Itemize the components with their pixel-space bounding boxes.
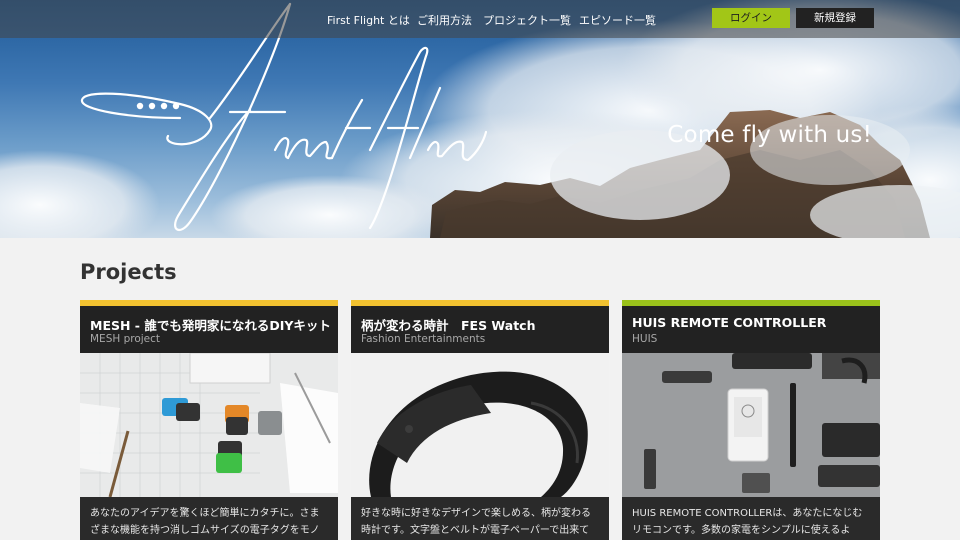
top-navigation: First Flight とは ご利用方法 プロジェクト一覧 エピソード一覧 ロ… xyxy=(0,0,960,38)
card-description-text: あなたのアイデアを驚くほど簡単にカタチに。さまざまな機能を持つ消しゴムサイズの電… xyxy=(90,508,320,536)
card-description: あなたのアイデアを驚くほど簡単にカタチに。さまざまな機能を持つ消しゴムサイズの電… xyxy=(80,497,338,540)
card-title[interactable]: 柄が変わる時計 FES Watch xyxy=(361,315,536,334)
card-description-text: HUIS REMOTE CONTROLLERは、あなたになじむリモコンです。多数… xyxy=(632,508,863,536)
card-description: 好きな時に好きなデザインで楽しめる、柄が変わる時計です。文字盤とベルトが電子ペー… xyxy=(351,497,609,540)
card-subtitle: MESH project xyxy=(90,333,161,345)
card-description-text: 好きな時に好きなデザインで楽しめる、柄が変わる時計です。文字盤とベルトが電子ペー… xyxy=(361,508,591,536)
project-card-huis[interactable]: HUIS REMOTE CONTROLLER HUIS HUIS REMOTE … xyxy=(622,300,880,540)
nav-about[interactable]: First Flight とは xyxy=(327,12,410,28)
card-header: MESH - 誰でも発明家になれるDIYキット MESH project xyxy=(80,306,338,353)
project-card-mesh[interactable]: MESH - 誰でも発明家になれるDIYキット MESH project あなた… xyxy=(80,300,338,540)
fes-watch-product-image xyxy=(351,353,609,497)
project-card-fes-watch[interactable]: 柄が変わる時計 FES Watch Fashion Entertainments… xyxy=(351,300,609,540)
huis-product-image xyxy=(622,353,880,497)
card-header: HUIS REMOTE CONTROLLER HUIS xyxy=(622,306,880,353)
nav-episode-list[interactable]: エピソード一覧 xyxy=(579,12,656,28)
register-button[interactable]: 新規登録 xyxy=(796,8,874,28)
hero-banner: Come fly with us! First Flight とは ご利用方法 … xyxy=(0,0,960,238)
card-title[interactable]: HUIS REMOTE CONTROLLER xyxy=(632,315,826,330)
hero-tagline: Come fly with us! xyxy=(667,122,872,148)
projects-heading: Projects xyxy=(80,260,177,284)
card-header: 柄が変わる時計 FES Watch Fashion Entertainments xyxy=(351,306,609,353)
card-description: HUIS REMOTE CONTROLLERは、あなたになじむリモコンです。多数… xyxy=(622,497,880,540)
mesh-product-image xyxy=(80,353,338,497)
card-title[interactable]: MESH - 誰でも発明家になれるDIYキット xyxy=(90,315,331,334)
login-button[interactable]: ログイン xyxy=(712,8,790,28)
nav-project-list[interactable]: プロジェクト一覧 xyxy=(483,12,571,28)
card-subtitle: HUIS xyxy=(632,333,658,345)
card-subtitle: Fashion Entertainments xyxy=(361,333,486,345)
nav-how-to-use[interactable]: ご利用方法 xyxy=(417,12,472,28)
